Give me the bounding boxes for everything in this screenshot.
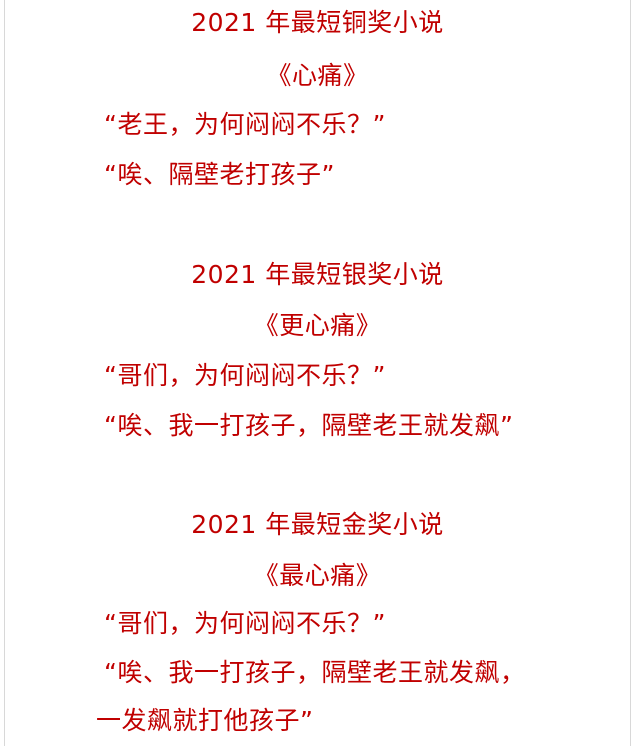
story-title: 2021 年最短银奖小说 bbox=[191, 260, 444, 289]
story-subtitle: 《更心痛》 bbox=[253, 311, 382, 340]
story-title: 2021 年最短铜奖小说 bbox=[191, 8, 444, 37]
story-subtitle: 《心痛》 bbox=[266, 61, 369, 90]
story-subtitle: 《最心痛》 bbox=[253, 561, 382, 590]
story-title: 2021 年最短金奖小说 bbox=[191, 510, 444, 539]
dialogue-line: “哥们，为何闷闷不乐？” bbox=[104, 609, 386, 638]
dialogue-line: “唉、隔壁老打孩子” bbox=[104, 160, 335, 189]
dialogue-line: “老王，为何闷闷不乐？” bbox=[104, 110, 386, 139]
dialogue-line: “唉、我一打孩子，隔壁老王就发飙” bbox=[104, 411, 514, 440]
dialogue-line: “哥们，为何闷闷不乐？” bbox=[104, 361, 386, 390]
page-left-edge bbox=[4, 0, 5, 746]
page-right-edge bbox=[630, 0, 631, 746]
dialogue-line-continuation: 一发飙就打他孩子” bbox=[96, 706, 314, 735]
dialogue-line: “唉、我一打孩子，隔壁老王就发飙， bbox=[104, 658, 526, 687]
